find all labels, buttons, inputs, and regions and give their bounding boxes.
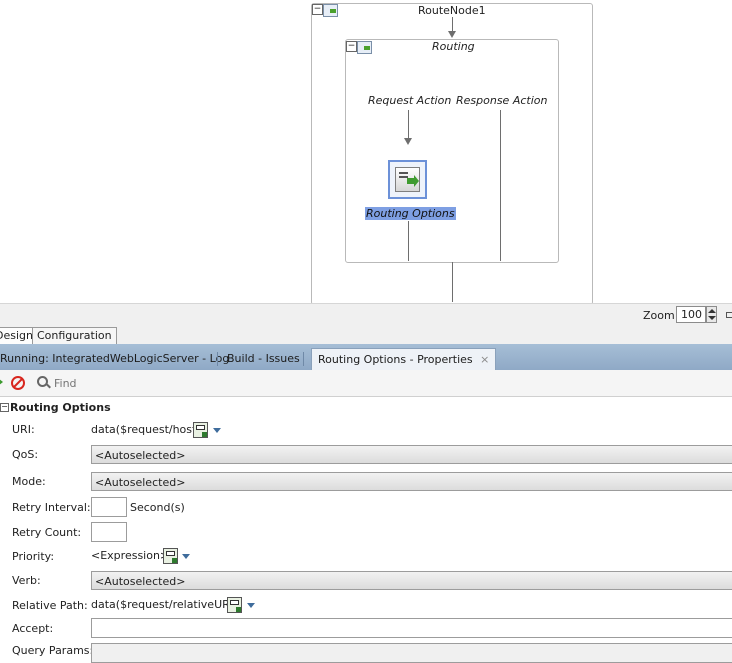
routing-options-action-icon (395, 167, 420, 192)
tab-configuration[interactable]: Configuration (32, 327, 117, 344)
route-node-title: RouteNode1 (418, 4, 486, 17)
chevron-down-icon[interactable] (182, 554, 190, 559)
zoom-input[interactable]: 100 (676, 306, 706, 323)
tab-label: Routing Options - Properties (318, 353, 473, 366)
relative-path-value[interactable]: data($request/relativeURL) (91, 598, 240, 611)
routing-options-action[interactable] (388, 160, 427, 199)
relative-path-label: Relative Path: (12, 599, 88, 612)
flow-arrow (448, 31, 456, 38)
query-params-input[interactable] (91, 643, 732, 663)
uri-label: URI: (12, 423, 35, 436)
chevron-down-icon[interactable] (247, 603, 255, 608)
request-connector (408, 110, 409, 138)
request-action-label[interactable]: Request Action (368, 94, 451, 107)
routing-options-connector (408, 221, 409, 261)
routing-box[interactable] (345, 39, 559, 263)
pin-icon[interactable] (726, 312, 732, 318)
run-icon[interactable] (0, 378, 3, 386)
tab-separator (217, 352, 218, 366)
accept-input[interactable] (91, 618, 732, 638)
section-collapse-icon[interactable]: − (0, 403, 9, 412)
qos-label: QoS: (12, 448, 39, 461)
routing-title: Routing (432, 40, 475, 53)
route-node-exit-connector (452, 262, 453, 302)
chevron-down-icon[interactable] (213, 428, 221, 433)
verb-label: Verb: (12, 574, 41, 587)
mode-select[interactable]: <Autoselected> (91, 472, 732, 491)
tab-separator (303, 352, 304, 366)
zoom-bar: Zoom: 100 (0, 303, 732, 327)
tab-routing-options-properties[interactable]: Routing Options - Properties × (311, 348, 497, 370)
priority-label: Priority: (12, 550, 55, 563)
response-action-label[interactable]: Response Action (456, 94, 547, 107)
tab-running-log[interactable]: Running: IntegratedWebLogicServer - Log (0, 348, 229, 369)
collapse-icon[interactable]: − (346, 41, 357, 52)
route-node-icon (323, 4, 338, 17)
properties-toolbar (0, 370, 732, 397)
mode-label: Mode: (12, 475, 46, 488)
priority-value[interactable]: <Expression> (91, 549, 169, 562)
zoom-spinner-icon[interactable] (706, 306, 717, 323)
routing-icon (357, 41, 372, 54)
find-input[interactable] (52, 374, 216, 392)
properties-panel: − Routing Options URI: data($request/hos… (0, 397, 732, 663)
stop-icon[interactable] (11, 376, 25, 390)
retry-interval-input[interactable] (91, 497, 127, 517)
retry-interval-label: Retry Interval: (12, 501, 91, 514)
expression-builder-icon[interactable] (193, 422, 208, 438)
flow-canvas[interactable]: − RouteNode1 − Routing Request Action Re… (0, 0, 732, 305)
collapse-icon[interactable]: − (312, 4, 323, 15)
close-icon[interactable]: × (480, 353, 489, 366)
response-connector (500, 110, 501, 261)
routing-options-label[interactable]: Routing Options (365, 207, 456, 220)
zoom-label: Zoom: (643, 309, 679, 322)
zoom-value: 100 (681, 308, 702, 321)
expression-builder-icon[interactable] (227, 597, 242, 613)
section-title: Routing Options (10, 401, 111, 414)
request-arrow (404, 138, 412, 145)
flow-connector (452, 17, 453, 32)
log-window-tabs: Running: IntegratedWebLogicServer - Log … (0, 344, 732, 370)
verb-select[interactable]: <Autoselected> (91, 571, 732, 590)
uri-value[interactable]: data($request/host) (91, 423, 201, 436)
accept-label: Accept: (12, 622, 54, 635)
retry-interval-unit: Second(s) (130, 501, 185, 514)
retry-count-label: Retry Count: (12, 526, 82, 539)
editor-tabs: Design Configuration (0, 326, 732, 345)
search-icon (37, 376, 51, 389)
expression-builder-icon[interactable] (163, 548, 178, 564)
qos-select[interactable]: <Autoselected> (91, 445, 732, 464)
tab-build-issues[interactable]: Build - Issues (227, 348, 300, 369)
retry-count-input[interactable] (91, 522, 127, 542)
